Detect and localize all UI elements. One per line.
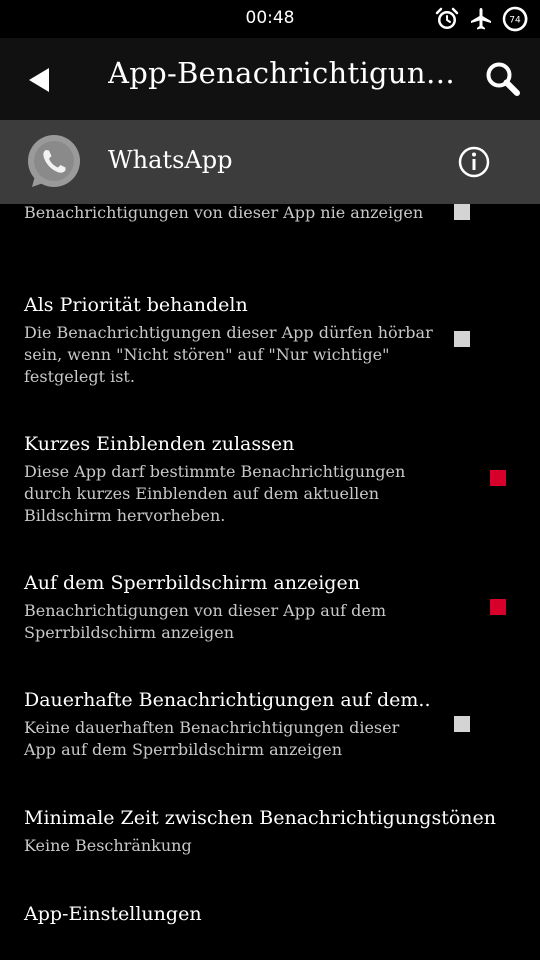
setting-peek[interactable]: Kurzes Einblenden zulassen Diese App dar… xyxy=(0,427,540,547)
battery-level: 74 xyxy=(509,16,521,26)
setting-title: Dauerhafte Benachrichtigungen auf dem.. xyxy=(24,689,431,711)
setting-title: App-Einstellungen xyxy=(24,903,202,925)
setting-subtitle: Keine Beschränkung xyxy=(24,836,192,855)
setting-subtitle: Benachrichtigungen von dieser App nie an… xyxy=(24,204,424,222)
setting-lockscreen[interactable]: Auf dem Sperrbildschirm anzeigen Benachr… xyxy=(0,566,540,666)
setting-min-time[interactable]: Minimale Zeit zwischen Benachrichtigungs… xyxy=(0,801,540,871)
app-name: WhatsApp xyxy=(108,146,233,174)
checkbox-peek[interactable] xyxy=(490,470,506,486)
setting-title: Als Priorität behandeln xyxy=(24,294,248,316)
status-icons: 74 xyxy=(434,6,528,32)
toolbar: App-Benachrichtigung… xyxy=(0,38,540,120)
settings-list: Benachrichtigungen von dieser App nie an… xyxy=(0,204,540,960)
status-bar: 00:48 74 xyxy=(0,0,540,38)
whatsapp-icon xyxy=(28,135,80,187)
checkbox-priority[interactable] xyxy=(454,331,470,347)
setting-subtitle: Die Benachrichtigungen dieser App dürfen… xyxy=(24,323,433,386)
setting-persistent[interactable]: Dauerhafte Benachrichtigungen auf dem.. … xyxy=(0,683,540,783)
app-header: WhatsApp xyxy=(0,120,540,204)
setting-title: Auf dem Sperrbildschirm anzeigen xyxy=(24,572,360,594)
back-arrow-icon xyxy=(29,68,49,92)
search-button[interactable] xyxy=(480,56,526,102)
setting-app-settings[interactable]: App-Einstellungen xyxy=(0,897,540,947)
back-button[interactable] xyxy=(18,58,62,102)
battery-icon: 74 xyxy=(502,6,528,32)
setting-subtitle: Diese App darf bestimmte Benachrichtigun… xyxy=(24,462,406,525)
alarm-icon xyxy=(435,7,459,29)
airplane-icon xyxy=(471,8,491,30)
setting-title: Minimale Zeit zwischen Benachrichtigungs… xyxy=(24,807,496,829)
setting-priority[interactable]: Als Priorität behandeln Die Benachrichti… xyxy=(0,288,540,408)
setting-subtitle: Benachrichtigungen von dieser App auf de… xyxy=(24,601,387,642)
checkbox-persistent[interactable] xyxy=(454,716,470,732)
info-icon[interactable] xyxy=(456,144,492,180)
search-icon xyxy=(486,62,520,96)
page-title: App-Benachrichtigung… xyxy=(108,56,458,90)
checkbox-lockscreen[interactable] xyxy=(490,599,506,615)
setting-title: Kurzes Einblenden zulassen xyxy=(24,433,295,455)
checkbox-block-all[interactable] xyxy=(454,204,470,220)
setting-block-all[interactable]: Benachrichtigungen von dieser App nie an… xyxy=(0,204,540,272)
setting-subtitle: Keine dauerhaften Benachrichtigungen die… xyxy=(24,718,400,759)
